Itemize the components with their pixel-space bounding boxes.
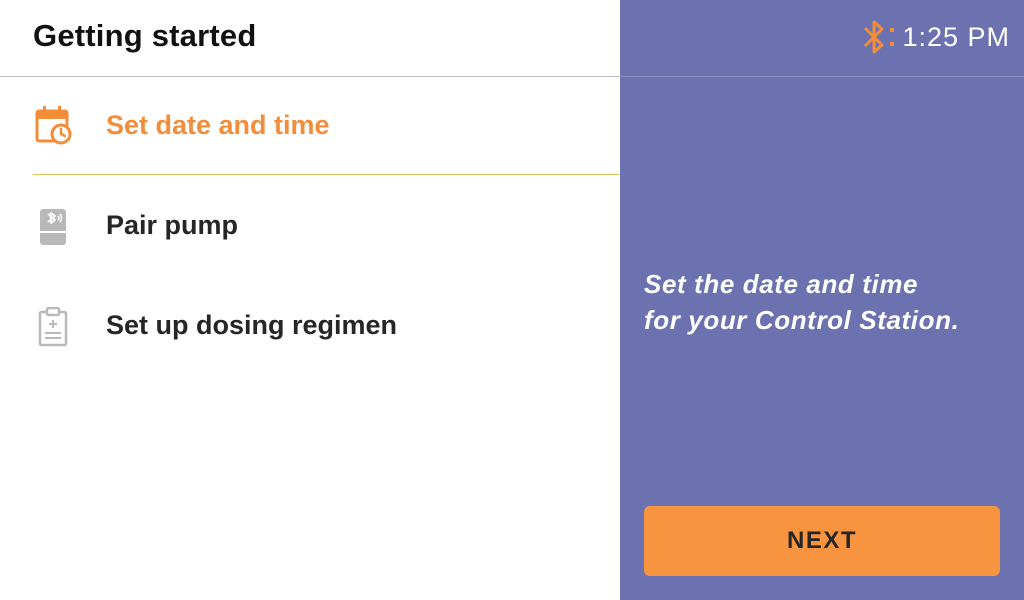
step-label: Set up dosing regimen <box>106 310 398 340</box>
info-panel: 1:25 PM Set the date and time for your C… <box>620 0 1024 600</box>
clipboard-icon <box>38 307 68 347</box>
header: Getting started <box>0 0 620 77</box>
step-label: Set date and time <box>106 110 330 140</box>
active-step-divider <box>33 174 620 175</box>
panel-divider <box>620 76 1024 77</box>
pump-bluetooth-icon <box>40 209 66 245</box>
steps-panel: Getting started Set date and time Pair p… <box>0 0 620 600</box>
next-button[interactable]: NEXT <box>644 506 1000 576</box>
step-label: Pair pump <box>106 210 239 240</box>
step-set-date-time[interactable]: Set date and time <box>0 77 620 177</box>
step-pair-pump[interactable]: Pair pump <box>0 177 620 277</box>
description-line: Set the date and time <box>644 269 919 299</box>
description-line: for your Control Station. <box>644 305 960 335</box>
page-title: Getting started <box>33 18 257 53</box>
clock-time: 1:25 PM <box>902 21 1010 52</box>
status-bar: 1:25 PM <box>862 17 1010 57</box>
calendar-clock-icon <box>35 106 72 145</box>
step-description: Set the date and time for your Control S… <box>644 266 1004 338</box>
bluetooth-icon <box>864 20 895 54</box>
step-dosing-regimen[interactable]: Set up dosing regimen <box>0 277 620 377</box>
